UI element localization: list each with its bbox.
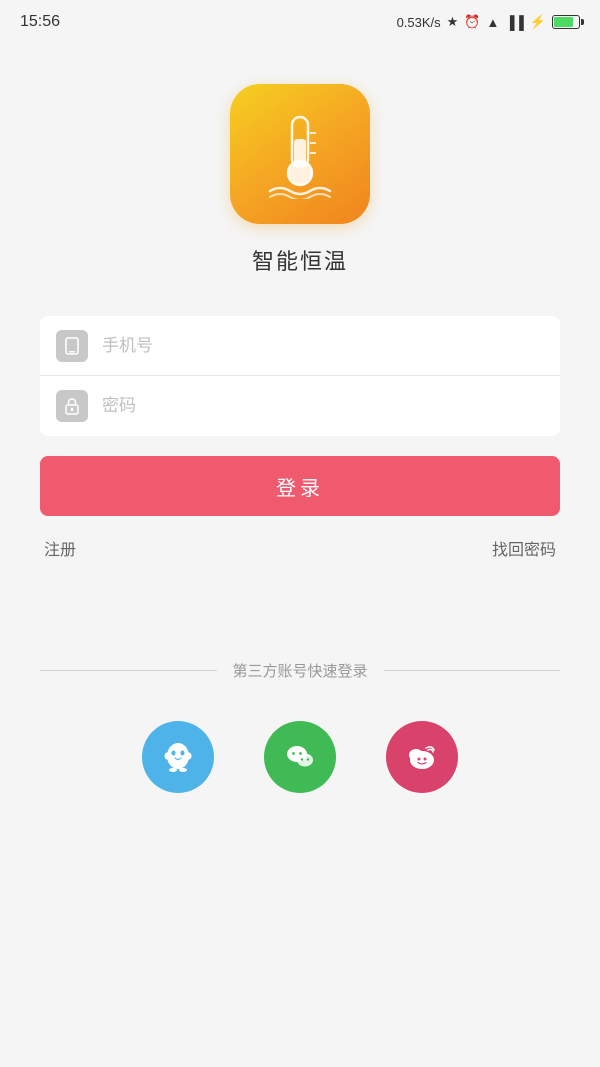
status-right-icons: 0.53K/s ★ ⏰ ▲ ▐▐ ⚡ bbox=[397, 14, 580, 30]
signal-bar-icon: ▐▐ bbox=[505, 15, 523, 30]
register-link[interactable]: 注册 bbox=[44, 536, 76, 560]
bluetooth-icon: ★ bbox=[447, 14, 459, 30]
login-button[interactable]: 登录 bbox=[40, 456, 560, 516]
main-content: 智能恒温 登录 注册 找回密码 bbox=[0, 44, 600, 793]
status-time: 15:56 bbox=[20, 13, 60, 31]
phone-icon bbox=[56, 330, 88, 362]
battery-icon bbox=[552, 15, 580, 29]
wechat-icon bbox=[281, 738, 319, 776]
forgot-password-link[interactable]: 找回密码 bbox=[492, 536, 556, 560]
divider-line-right bbox=[384, 670, 561, 671]
wechat-login-button[interactable] bbox=[264, 721, 336, 793]
app-icon bbox=[230, 84, 370, 224]
third-party-divider: 第三方账号快速登录 bbox=[40, 660, 560, 681]
app-name: 智能恒温 bbox=[252, 244, 348, 276]
links-row: 注册 找回密码 bbox=[40, 536, 560, 560]
third-party-title: 第三方账号快速登录 bbox=[217, 660, 384, 681]
weibo-login-button[interactable] bbox=[386, 721, 458, 793]
wifi-icon: ▲ bbox=[487, 15, 500, 30]
status-bar: 15:56 0.53K/s ★ ⏰ ▲ ▐▐ ⚡ bbox=[0, 0, 600, 44]
password-input[interactable] bbox=[102, 396, 544, 416]
divider-line-left bbox=[40, 670, 217, 671]
alarm-icon: ⏰ bbox=[464, 14, 480, 30]
weibo-icon bbox=[403, 738, 441, 776]
thermometer-svg bbox=[260, 109, 340, 199]
password-input-row bbox=[40, 376, 560, 436]
social-login-row bbox=[142, 721, 458, 793]
phone-input-row bbox=[40, 316, 560, 376]
battery-fill bbox=[554, 17, 573, 27]
signal-bar2-icon: ⚡ bbox=[530, 14, 546, 30]
network-speed: 0.53K/s bbox=[397, 15, 441, 30]
qq-icon bbox=[159, 738, 197, 776]
phone-input[interactable] bbox=[102, 336, 544, 356]
lock-icon bbox=[56, 390, 88, 422]
qq-login-button[interactable] bbox=[142, 721, 214, 793]
login-form bbox=[40, 316, 560, 436]
